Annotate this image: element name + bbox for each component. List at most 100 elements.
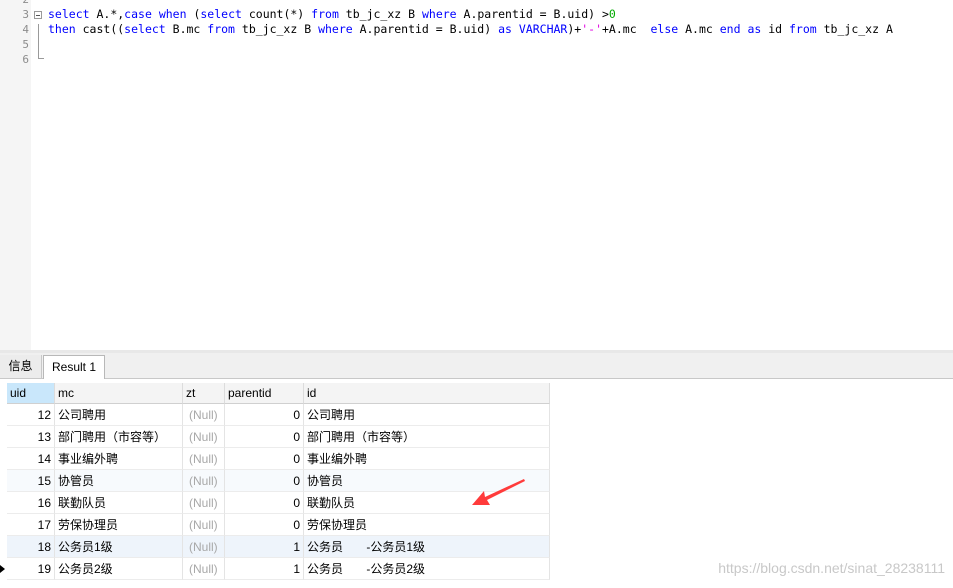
line-number: 3	[22, 8, 29, 21]
keyword: else	[650, 22, 679, 36]
string-literal: '-'	[581, 22, 602, 36]
code-text: A.parentid = B.uid)	[352, 22, 499, 36]
column-header-mc[interactable]: mc	[55, 383, 183, 404]
keyword: from	[789, 22, 817, 36]
cell-mc[interactable]: 部门聘用（市容等）	[55, 426, 183, 448]
cell-zt[interactable]: (Null)	[183, 404, 225, 426]
tab-result-1[interactable]: Result 1	[43, 355, 105, 379]
keyword: as	[498, 22, 512, 36]
keyword: select	[48, 7, 90, 21]
cell-mc[interactable]: 事业编外聘	[55, 448, 183, 470]
table-row[interactable]: 14 事业编外聘 (Null) 0 事业编外聘	[7, 448, 550, 470]
cell-zt[interactable]: (Null)	[183, 536, 225, 558]
cell-mc[interactable]: 劳保协理员	[55, 514, 183, 536]
fold-guide-line	[38, 24, 39, 59]
cell-uid[interactable]: 18	[7, 536, 55, 558]
column-header-id[interactable]: id	[304, 383, 550, 404]
cell-id[interactable]: 部门聘用（市容等）	[304, 426, 550, 448]
cell-parentid[interactable]: 0	[225, 426, 304, 448]
keyword: select	[124, 22, 166, 36]
cell-id[interactable]: 公务员 -公务员2级	[304, 558, 550, 580]
keyword: from	[311, 7, 339, 21]
line-number: 6	[22, 53, 29, 66]
tab-info[interactable]: 信息	[0, 355, 42, 378]
code-text: tb_jc_xz A	[816, 22, 893, 36]
cell-id[interactable]: 事业编外聘	[304, 448, 550, 470]
keyword: from	[207, 22, 235, 36]
keyword: when	[158, 7, 187, 21]
current-row-marker-icon	[0, 565, 5, 573]
cell-parentid[interactable]: 1	[225, 558, 304, 580]
cell-id[interactable]: 公务员 -公务员1级	[304, 536, 550, 558]
code-text: +A.mc	[602, 22, 651, 36]
cell-uid[interactable]: 19	[7, 558, 55, 580]
code-text: A.mc	[678, 22, 720, 36]
cell-parentid[interactable]: 1	[225, 536, 304, 558]
cell-mc[interactable]: 公司聘用	[55, 404, 183, 426]
cell-mc[interactable]: 公务员1级	[55, 536, 183, 558]
cell-parentid[interactable]: 0	[225, 492, 304, 514]
code-text: A.*,	[89, 7, 125, 21]
cell-zt[interactable]: (Null)	[183, 448, 225, 470]
cell-mc[interactable]: 联勤队员	[55, 492, 183, 514]
code-text: tb_jc_xz B	[338, 7, 422, 21]
cell-parentid[interactable]: 0	[225, 448, 304, 470]
cell-parentid[interactable]: 0	[225, 514, 304, 536]
code-text: count(*)	[241, 7, 312, 21]
cell-uid[interactable]: 15	[7, 470, 55, 492]
table-row[interactable]: 16 联勤队员 (Null) 0 联勤队员	[7, 492, 550, 514]
cell-uid[interactable]: 17	[7, 514, 55, 536]
cell-parentid[interactable]: 0	[225, 470, 304, 492]
number-literal: 0	[608, 7, 616, 21]
fold-toggle-icon[interactable]	[34, 11, 42, 19]
table-row[interactable]: 19 公务员2级 (Null) 1 公务员 -公务员2级	[7, 558, 550, 580]
column-header-zt[interactable]: zt	[183, 383, 225, 404]
line-number: 4	[22, 23, 29, 36]
cell-mc[interactable]: 协管员	[55, 470, 183, 492]
table-row[interactable]: 12 公司聘用 (Null) 0 公司聘用	[7, 404, 550, 426]
cell-zt[interactable]: (Null)	[183, 514, 225, 536]
cell-parentid[interactable]: 0	[225, 404, 304, 426]
cell-zt[interactable]: (Null)	[183, 426, 225, 448]
sql-editor[interactable]: 2 3 4 5 6 select A.*,case when (select c…	[0, 0, 953, 350]
code-text: )+	[567, 22, 582, 36]
table-row[interactable]: 18 公务员1级 (Null) 1 公务员 -公务员1级	[7, 536, 550, 558]
code-text: (	[186, 7, 201, 21]
cell-zt[interactable]: (Null)	[183, 470, 225, 492]
code-text: cast((	[75, 22, 125, 36]
code-line-4[interactable]: then cast((select B.mc from tb_jc_xz B w…	[48, 22, 893, 37]
column-header-parentid[interactable]: parentid	[225, 383, 304, 404]
table-row[interactable]: 17 劳保协理员 (Null) 0 劳保协理员	[7, 514, 550, 536]
fold-guide-end	[38, 58, 44, 59]
watermark: https://blog.csdn.net/sinat_28238111	[718, 560, 945, 576]
line-number-gutter: 2 3 4 5 6	[0, 0, 31, 350]
cell-uid[interactable]: 12	[7, 404, 55, 426]
cell-uid[interactable]: 13	[7, 426, 55, 448]
table-row[interactable]: 15 协管员 (Null) 0 协管员	[7, 470, 550, 492]
result-tab-bar: 信息 Result 1	[0, 353, 953, 379]
keyword: select	[200, 7, 242, 21]
cell-mc[interactable]: 公务员2级	[55, 558, 183, 580]
keyword: then	[48, 22, 76, 36]
column-header-uid[interactable]: uid	[7, 383, 55, 404]
cell-zt[interactable]: (Null)	[183, 492, 225, 514]
code-text: id	[761, 22, 789, 36]
keyword: case	[124, 7, 152, 21]
cell-id[interactable]: 劳保协理员	[304, 514, 550, 536]
code-text: tb_jc_xz B	[234, 22, 319, 36]
keyword: where	[318, 22, 353, 36]
cell-zt[interactable]: (Null)	[183, 558, 225, 580]
keyword: VARCHAR	[518, 22, 568, 36]
line-number: 2	[0, 0, 29, 7]
cell-uid[interactable]: 16	[7, 492, 55, 514]
cell-uid[interactable]: 14	[7, 448, 55, 470]
cell-id[interactable]: 公司聘用	[304, 404, 550, 426]
table-row[interactable]: 13 部门聘用（市容等） (Null) 0 部门聘用（市容等）	[7, 426, 550, 448]
code-text: B.mc	[165, 22, 208, 36]
keyword: as	[747, 22, 762, 36]
line-number: 5	[22, 38, 29, 51]
code-line-3[interactable]: select A.*,case when (select count(*) fr…	[48, 7, 616, 22]
keyword: end	[719, 22, 741, 36]
